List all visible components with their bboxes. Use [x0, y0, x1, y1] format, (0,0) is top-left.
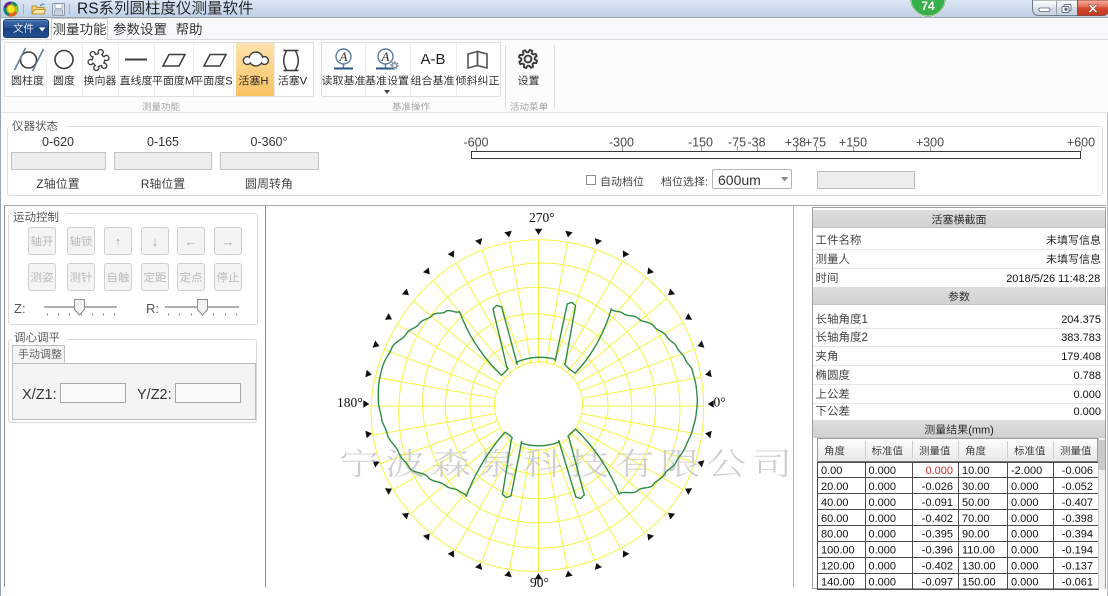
- svg-text:-75: -75: [728, 136, 746, 150]
- svg-text:0.000: 0.000: [1011, 561, 1039, 573]
- svg-text:+75: +75: [805, 136, 826, 150]
- svg-text:+150: +150: [839, 136, 867, 150]
- svg-text:-0.407: -0.407: [1062, 497, 1093, 509]
- svg-text:110.00: 110.00: [962, 545, 995, 557]
- svg-text:-0.396: -0.396: [922, 545, 953, 557]
- svg-text:X/Z1:: X/Z1:: [22, 387, 57, 403]
- svg-text:150.00: 150.00: [962, 577, 996, 589]
- svg-text:80.00: 80.00: [821, 529, 849, 541]
- svg-text:120.00: 120.00: [821, 561, 855, 573]
- svg-text:RS: RS: [77, 1, 99, 18]
- svg-text:0.000: 0.000: [869, 577, 897, 589]
- svg-text:↓: ↓: [152, 234, 159, 249]
- svg-text:0-360°: 0-360°: [251, 135, 288, 149]
- svg-text:0.000: 0.000: [1011, 513, 1039, 525]
- svg-text:0.000: 0.000: [869, 513, 897, 525]
- svg-text:-0.026: -0.026: [922, 481, 953, 493]
- svg-text:180°: 180°: [337, 395, 363, 410]
- svg-text:50.00: 50.00: [962, 497, 990, 509]
- svg-text:0.000: 0.000: [1011, 481, 1039, 493]
- svg-text:-0.194: -0.194: [1062, 545, 1093, 557]
- svg-text:←: ←: [185, 234, 198, 249]
- svg-text:0-620: 0-620: [42, 135, 74, 149]
- svg-text:0.788: 0.788: [1074, 370, 1102, 382]
- svg-text:0.000: 0.000: [1011, 497, 1039, 509]
- svg-text:R:: R:: [146, 301, 159, 316]
- svg-text:130.00: 130.00: [962, 561, 996, 573]
- svg-text:0.000: 0.000: [869, 561, 897, 573]
- svg-text:Y/Z2:: Y/Z2:: [137, 387, 172, 403]
- svg-text:40.00: 40.00: [821, 497, 849, 509]
- svg-text:-0.402: -0.402: [922, 513, 953, 525]
- svg-text:-38: -38: [747, 136, 765, 150]
- svg-text:90.00: 90.00: [962, 529, 990, 541]
- svg-text:10.00: 10.00: [962, 465, 990, 477]
- svg-text:R: R: [141, 177, 150, 191]
- svg-text:0°: 0°: [714, 395, 726, 410]
- svg-text:140.00: 140.00: [821, 577, 855, 589]
- svg-text::: :: [705, 177, 708, 189]
- svg-text:-0.052: -0.052: [1062, 481, 1093, 493]
- svg-text:0.000: 0.000: [869, 465, 897, 477]
- svg-text:90°: 90°: [530, 575, 549, 590]
- svg-text:-0.091: -0.091: [922, 497, 953, 509]
- svg-text:→: →: [222, 234, 235, 249]
- svg-text:2018/5/26 11:48:28: 2018/5/26 11:48:28: [1006, 273, 1100, 285]
- svg-text:383.783: 383.783: [1061, 332, 1101, 344]
- svg-text:0.000: 0.000: [1011, 577, 1039, 589]
- svg-text:-0.061: -0.061: [1062, 577, 1093, 589]
- svg-text:-0.398: -0.398: [1062, 513, 1093, 525]
- svg-text:0.000: 0.000: [1074, 389, 1102, 401]
- svg-text:-0.137: -0.137: [1062, 561, 1093, 573]
- svg-text:-150: -150: [688, 136, 713, 150]
- svg-text:0.00: 0.00: [821, 465, 842, 477]
- svg-text:-0.402: -0.402: [922, 561, 953, 573]
- svg-text:0.000: 0.000: [869, 481, 897, 493]
- svg-text:30.00: 30.00: [962, 481, 990, 493]
- svg-text:600um: 600um: [718, 172, 761, 188]
- svg-text:Z:: Z:: [14, 301, 26, 316]
- svg-text:S: S: [225, 76, 232, 88]
- svg-text:20.00: 20.00: [821, 481, 849, 493]
- svg-text:-2.000: -2.000: [1011, 465, 1042, 477]
- svg-text:179.408: 179.408: [1061, 351, 1101, 363]
- svg-text:0.000: 0.000: [869, 529, 897, 541]
- svg-text:1: 1: [862, 314, 868, 326]
- svg-text:H: H: [261, 76, 269, 88]
- svg-text:0.000: 0.000: [925, 465, 953, 477]
- svg-text:M: M: [185, 76, 194, 88]
- svg-text:-0.097: -0.097: [922, 577, 953, 589]
- svg-text:0-165: 0-165: [147, 135, 179, 149]
- svg-text:+600: +600: [1067, 136, 1095, 150]
- svg-text:60.00: 60.00: [821, 513, 849, 525]
- svg-text:+38: +38: [785, 136, 806, 150]
- svg-text:-600: -600: [463, 136, 488, 150]
- svg-text:Z: Z: [36, 177, 43, 191]
- svg-text:2: 2: [862, 332, 868, 344]
- svg-text:V: V: [300, 76, 308, 88]
- svg-text:100.00: 100.00: [821, 545, 855, 557]
- svg-text:0.000: 0.000: [1011, 529, 1039, 541]
- svg-text:0.000: 0.000: [1011, 545, 1039, 557]
- svg-text:270°: 270°: [529, 210, 555, 225]
- svg-text:(mm): (mm): [968, 425, 994, 437]
- svg-text:+300: +300: [916, 136, 944, 150]
- svg-text:-0.395: -0.395: [922, 529, 953, 541]
- svg-text:0.000: 0.000: [869, 497, 897, 509]
- svg-text:-300: -300: [609, 136, 634, 150]
- svg-text:-0.394: -0.394: [1062, 529, 1093, 541]
- svg-text:0.000: 0.000: [869, 545, 897, 557]
- svg-text:-0.006: -0.006: [1062, 465, 1093, 477]
- svg-text:0.000: 0.000: [1074, 406, 1102, 418]
- svg-text:↑: ↑: [115, 234, 122, 249]
- svg-text:70.00: 70.00: [962, 513, 990, 525]
- svg-text:204.375: 204.375: [1061, 314, 1101, 326]
